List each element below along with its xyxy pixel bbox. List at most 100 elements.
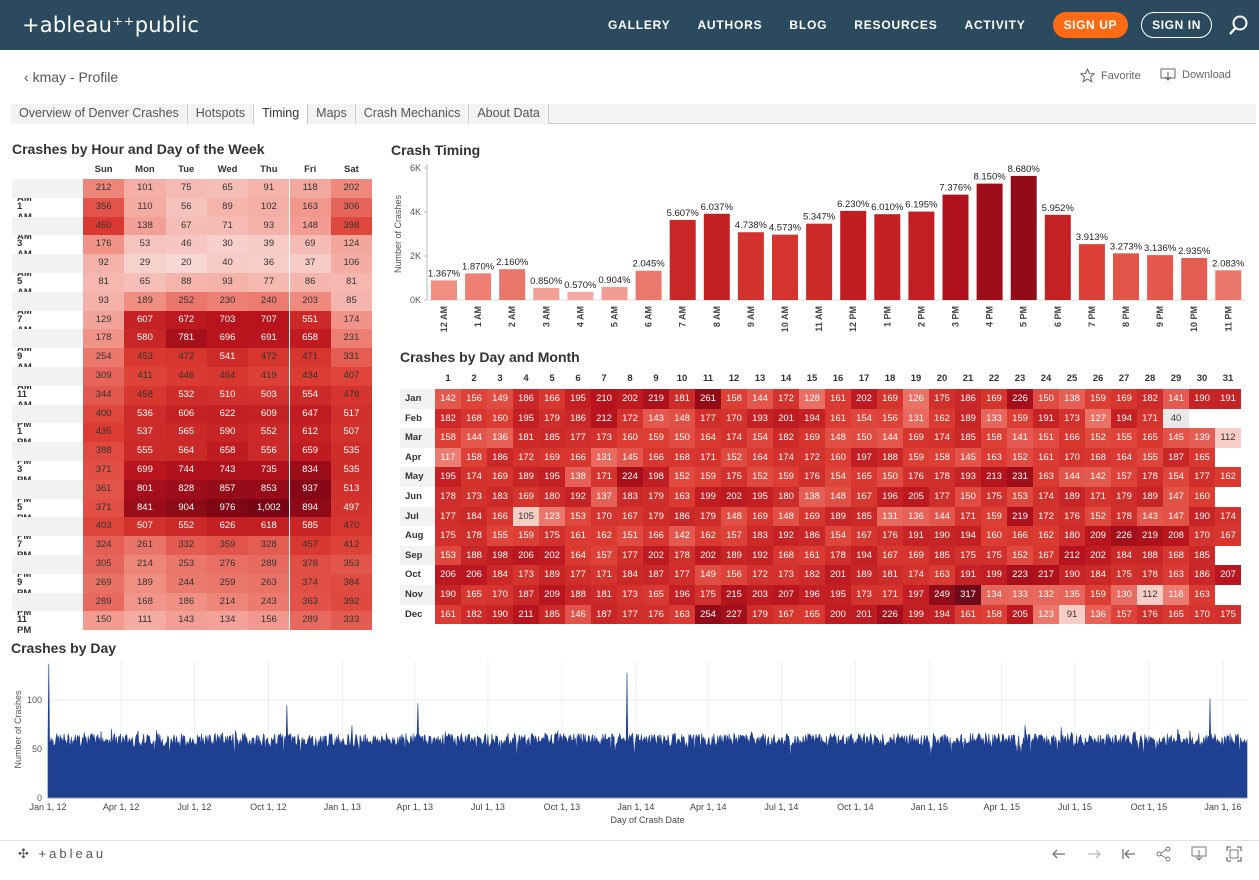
hour-day-cell: 419 [248,367,290,386]
daily-y-tick-label: 50 [32,744,42,754]
daily-x-tick-label: Jul 1, 12 [177,802,211,812]
sign-in-button[interactable]: SIGN IN [1141,12,1212,38]
day-month-cell: 163 [981,447,1007,468]
timing-x-tick-label: 1 PM [882,306,892,327]
day-month-cell: 211 [513,604,539,625]
hour-day-cell: 77 [248,273,290,292]
day-month-cell: 178 [461,526,487,546]
day-month-cell: 188 [565,585,591,605]
day-month-cell: 254 [695,604,721,625]
sign-up-button[interactable]: SIGN UP [1052,12,1129,38]
download-button[interactable]: Download [1160,68,1231,82]
back-to-profile-link[interactable]: ‹ kmay - Profile [24,69,118,85]
day-month-cell: 223 [1007,565,1033,585]
tab-crash-mechanics[interactable]: Crash Mechanics [355,104,470,124]
hour-day-cell: 453 [124,348,166,367]
download-viz-icon[interactable] [1190,845,1208,863]
day-month-cell: 167 [851,487,877,507]
day-month-column-header: 8 [627,373,633,384]
day-month-cell: 209 [1085,526,1111,546]
nav-authors[interactable]: AUTHORS [697,18,762,32]
day-month-cell: 161 [1033,447,1059,468]
share-icon[interactable] [1155,845,1173,863]
day-month-cell: 165 [1189,447,1215,468]
hour-day-cell: 1,002 [248,498,290,518]
nav-resources[interactable]: RESOURCES [854,18,937,32]
timing-x-tick-label: 3 AM [541,306,551,327]
favorite-button[interactable]: Favorite [1080,68,1141,83]
day-month-cell: 172 [513,447,539,468]
revert-icon[interactable] [1120,845,1138,863]
timing-bar-label: 3.913% [1076,232,1109,243]
row-band [12,329,83,349]
day-month-cell: 160 [487,408,513,429]
timing-x-tick-label: 4 AM [575,306,585,327]
hour-day-cell: 91 [248,179,290,198]
hour-day-cell: 626 [206,517,249,537]
nav-activity[interactable]: ACTIVITY [965,18,1026,32]
undo-icon[interactable] [1050,845,1068,863]
search-icon[interactable] [1227,14,1249,36]
timing-bar-label: 2.083% [1212,258,1245,269]
hour-day-cell: 75 [165,179,207,198]
day-month-cell: 179 [747,604,773,625]
row-band [12,592,83,612]
timing-bar-label: 4.573% [769,223,802,234]
hour-day-cell: 81 [83,273,125,292]
timing-y-axis-title: Number of Crashes [393,194,403,273]
day-month-title: Crashes by Day and Month [400,349,580,365]
day-month-cell: 177 [669,565,695,585]
day-month-cell: 177 [617,604,643,625]
hour-day-cell: 276 [206,555,249,574]
tab-about-data[interactable]: About Data [469,104,549,124]
hour-day-cell: 102 [248,197,290,217]
day-month-cell: 148 [825,428,851,448]
day-month-cell: 181 [513,428,539,448]
fullscreen-icon[interactable] [1225,845,1243,863]
day-month-cell: 189 [851,565,877,585]
day-month-cell: 178 [1137,467,1163,487]
day-month-cell: 261 [695,389,721,409]
day-month-cell: 179 [539,408,565,429]
day-month-row-label: Mar [405,432,422,444]
hour-day-cell: 230 [206,291,249,311]
tab-hotspots[interactable]: Hotspots [187,104,255,124]
day-month-cell: 166 [643,447,669,468]
day-month-row-label: Oct [405,569,421,581]
day-month-cell: 182 [1137,389,1163,409]
hour-day-cell: 434 [289,367,331,386]
day-month-row-label: May [405,471,424,483]
daily-x-tick-label: Jul 1, 14 [764,802,798,812]
day-month-cell: 203 [747,585,773,605]
day-month-cell: 249 [929,585,955,605]
day-month-column-header: 23 [1014,373,1026,384]
tab-overview[interactable]: Overview of Denver Crashes [11,104,188,124]
day-month-cell: 157 [1111,604,1137,625]
daily-x-tick-label: Oct 1, 13 [544,802,581,812]
day-month-cell: 156 [461,389,487,409]
day-month-cell: 156 [721,565,747,585]
daily-x-tick-label: Jan 1, 16 [1204,802,1241,812]
day-month-cell: 165 [461,585,487,605]
hour-day-cell: 65 [124,273,166,292]
day-month-cell: 183 [617,487,643,507]
redo-icon[interactable] [1085,845,1103,863]
tab-timing[interactable]: Timing [254,104,309,124]
day-month-cell: 182 [435,408,461,429]
day-month-cell: 157 [721,526,747,546]
hour-day-cell: 384 [330,573,373,593]
day-month-cell: 159 [981,506,1007,527]
tableau-public-logo[interactable]: +ableau⁺⁺public [22,13,199,37]
hour-day-cell: 841 [124,498,166,518]
crashes-by-day-chart: 050100Number of CrashesJan 1, 12 Apr 1, 1… [13,661,1248,825]
day-month-column-header: 12 [728,373,740,384]
hour-day-cell: 143 [165,611,207,631]
nav-blog[interactable]: BLOG [789,18,827,32]
day-month-cell: 148 [721,506,747,527]
nav-gallery[interactable]: GALLERY [608,18,671,32]
hour-day-cell: 976 [206,498,249,518]
tableau-footer-logo[interactable]: ✣ +ableau [18,846,106,862]
timing-x-tick-label: 9 PM [1155,306,1165,327]
tab-maps[interactable]: Maps [308,104,356,124]
hour-day-cell: 564 [165,442,207,461]
